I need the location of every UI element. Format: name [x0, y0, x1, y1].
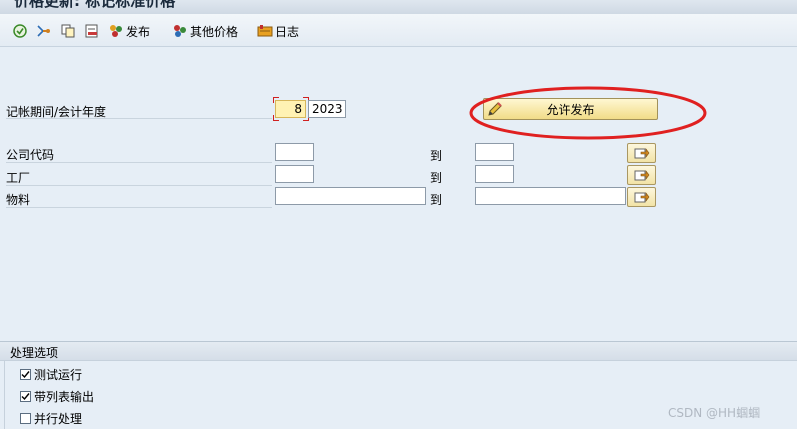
plant-multiple-selection-button[interactable]	[627, 165, 656, 185]
multiple-selection-icon	[634, 148, 649, 159]
company-code-multiple-selection-button[interactable]	[627, 143, 656, 163]
plant-from-input[interactable]	[275, 165, 314, 183]
material-to-input[interactable]	[475, 187, 626, 205]
other-prices-icon	[174, 25, 186, 37]
plant-to-label: 到	[430, 171, 443, 185]
plant-to-input[interactable]	[475, 165, 514, 183]
test-run-label: 测试运行	[34, 368, 83, 382]
log-label: 日志	[275, 24, 300, 39]
window-title: 价格更新: 标记标准价格	[14, 0, 176, 10]
multiple-selection-icon	[634, 192, 649, 203]
allow-release-label: 允许发布	[546, 102, 595, 117]
fiscal-year-input[interactable]: 2023	[308, 100, 346, 118]
parallel-processing-checkbox[interactable]	[20, 413, 31, 424]
company-code-from-input[interactable]	[275, 143, 314, 161]
release-icon	[110, 25, 122, 37]
application-toolbar: 发布 其他价格 日志	[0, 14, 797, 47]
allow-release-button[interactable]: 允许发布	[483, 98, 658, 120]
material-multiple-selection-button[interactable]	[627, 187, 656, 207]
watermark: CSDN @HH蝈蝈	[668, 406, 761, 420]
parallel-processing-option[interactable]: 并行处理	[20, 410, 82, 427]
test-run-option[interactable]: 测试运行	[20, 366, 82, 383]
other-prices-button[interactable]: 其他价格	[172, 22, 238, 40]
release-button[interactable]: 发布	[108, 22, 150, 40]
execute-button[interactable]	[12, 22, 28, 40]
processing-options-header: 处理选项	[0, 341, 797, 361]
copy-button[interactable]	[60, 22, 76, 40]
multiple-selection-icon	[634, 170, 649, 181]
window-title-bar: 价格更新: 标记标准价格	[0, 0, 797, 14]
execute-icon	[13, 24, 27, 38]
company-code-to-label: 到	[430, 149, 443, 163]
list-output-label: 带列表输出	[34, 390, 95, 404]
checkmark-icon	[21, 393, 30, 401]
material-from-input[interactable]	[275, 187, 426, 205]
log-icon	[257, 25, 273, 37]
material-underline	[6, 207, 272, 208]
variant-icon	[37, 25, 50, 37]
material-to-label: 到	[430, 193, 443, 207]
release-label: 发布	[126, 24, 151, 39]
pencil-icon	[488, 102, 502, 116]
company-code-underline	[6, 162, 272, 163]
log-button[interactable]: 日志	[257, 22, 299, 40]
material-label: 物料	[6, 193, 31, 207]
required-marker	[273, 115, 279, 121]
copy-icon	[61, 24, 75, 38]
list-output-option[interactable]: 带列表输出	[20, 388, 94, 405]
test-run-checkbox[interactable]	[20, 369, 31, 380]
company-code-label: 公司代码	[6, 148, 55, 162]
processing-options-title: 处理选项	[10, 346, 59, 360]
period-input[interactable]: 8	[275, 100, 306, 118]
company-code-to-input[interactable]	[475, 143, 514, 161]
variant-button[interactable]	[35, 22, 51, 40]
list-output-checkbox[interactable]	[20, 391, 31, 402]
plant-label: 工厂	[6, 171, 31, 185]
required-marker	[273, 97, 279, 103]
delete-list-icon	[85, 24, 98, 38]
period-underline	[6, 118, 272, 119]
checkmark-icon	[21, 371, 30, 379]
delete-list-button[interactable]	[84, 22, 100, 40]
plant-underline	[6, 185, 272, 186]
other-prices-label: 其他价格	[190, 24, 239, 39]
parallel-processing-label: 并行处理	[34, 412, 83, 426]
